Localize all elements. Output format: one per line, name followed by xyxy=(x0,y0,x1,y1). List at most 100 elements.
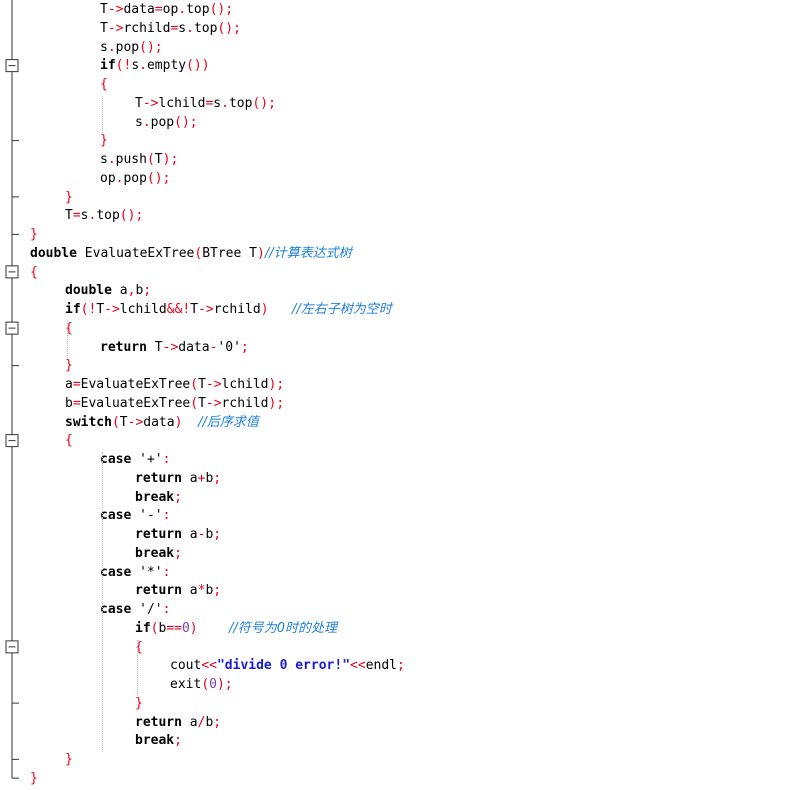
code-token: //计算表达式树 xyxy=(264,245,352,261)
code-token: a xyxy=(181,714,198,730)
fold-toggle-icon[interactable] xyxy=(5,265,19,279)
code-token: case xyxy=(100,508,132,524)
code-line[interactable]: } xyxy=(65,188,73,207)
code-token: ( xyxy=(111,414,120,430)
code-token: { xyxy=(30,264,38,280)
code-token: endl xyxy=(365,658,397,674)
code-line[interactable]: case '*': xyxy=(100,563,170,582)
code-line[interactable]: exit(0); xyxy=(170,675,233,694)
code-line[interactable]: return a+b; xyxy=(135,469,221,488)
code-token: (); xyxy=(139,39,163,55)
code-line[interactable]: a=EvaluateExTree(T->lchild); xyxy=(65,375,284,394)
code-token: = xyxy=(72,377,81,392)
code-token: ; xyxy=(213,714,222,730)
code-token: s xyxy=(100,152,108,167)
code-editor[interactable]: T->data=op.top(); T->rchild=s.top(); s.pop… xyxy=(0,0,789,790)
code-line[interactable]: case '-': xyxy=(100,506,170,525)
code-token: (); xyxy=(146,170,171,186)
code-token: '0' xyxy=(217,339,241,355)
code-token: top xyxy=(228,95,253,111)
code-token: << xyxy=(350,658,366,674)
code-token: rchild xyxy=(213,302,261,317)
code-line[interactable]: { xyxy=(30,263,38,282)
code-line[interactable]: } xyxy=(30,225,38,244)
code-line[interactable]: if(!s.empty()) xyxy=(100,56,210,75)
code-token: . xyxy=(107,152,116,167)
code-line[interactable]: case '/': xyxy=(100,600,170,619)
code-token: lchild xyxy=(158,95,206,111)
code-line[interactable]: break; xyxy=(135,731,182,750)
code-token: s xyxy=(131,58,140,74)
code-line[interactable]: { xyxy=(65,431,73,450)
indent-guide xyxy=(102,95,103,134)
code-line[interactable]: double EvaluateExTree(BTree T)//计算表达式树 xyxy=(30,244,352,263)
code-line[interactable]: s.pop(); xyxy=(135,113,198,132)
code-line[interactable]: s.pop(); xyxy=(100,38,163,57)
code-area[interactable]: T->data=op.top(); T->rchild=s.top(); s.pop… xyxy=(30,0,789,790)
code-line[interactable]: T->rchild=s.top(); xyxy=(100,19,241,38)
code-line[interactable]: } xyxy=(65,750,73,769)
code-line[interactable]: double a,b; xyxy=(65,281,151,300)
code-token: : xyxy=(162,452,171,467)
code-token: ) xyxy=(260,302,269,317)
code-token: -> xyxy=(205,377,222,392)
code-token: pop xyxy=(150,114,175,130)
code-line[interactable]: if(!T->lchild&&!T->rchild) //左右子树为空时 xyxy=(65,300,392,319)
code-line[interactable]: T=s.top(); xyxy=(65,206,143,225)
code-line[interactable]: break; xyxy=(135,544,182,563)
code-token: EvaluateExTree xyxy=(76,245,195,261)
code-line[interactable]: } xyxy=(30,769,38,788)
code-token: '/' xyxy=(131,602,163,617)
code-token: &&! xyxy=(166,302,191,317)
code-token: ()) xyxy=(186,58,210,74)
code-line[interactable]: op.pop(); xyxy=(100,169,170,188)
code-line[interactable]: { xyxy=(100,75,108,94)
code-token: . xyxy=(221,95,229,111)
code-line[interactable]: return T->data-'0'; xyxy=(100,338,249,357)
fold-toggle-icon[interactable] xyxy=(5,640,19,654)
code-line[interactable]: switch(T->data) //后序求值 xyxy=(65,413,259,432)
code-token: } xyxy=(65,189,73,205)
code-line[interactable]: } xyxy=(65,356,73,375)
code-token: push xyxy=(115,152,147,167)
code-token: top xyxy=(96,208,120,224)
code-token: T xyxy=(119,414,128,430)
code-token: return xyxy=(135,527,182,542)
code-line[interactable]: T->lchild=s.top(); xyxy=(135,94,276,113)
indent-guide xyxy=(137,639,138,696)
code-line[interactable]: s.push(T); xyxy=(100,150,178,169)
code-line[interactable]: case '+': xyxy=(100,450,170,469)
code-line[interactable]: } xyxy=(100,131,108,150)
fold-gutter xyxy=(0,0,26,790)
code-line[interactable]: } xyxy=(135,694,143,713)
code-line[interactable]: return a*b; xyxy=(135,581,221,600)
fold-toggle-icon[interactable] xyxy=(5,321,19,335)
code-token: T xyxy=(100,20,108,36)
code-line[interactable]: return a-b; xyxy=(135,525,221,544)
code-line[interactable]: if(b==0) //符号为0时的处理 xyxy=(135,619,337,638)
fold-toggle-icon[interactable] xyxy=(5,434,19,448)
code-line[interactable]: T->data=op.top(); xyxy=(100,0,233,19)
code-token: data xyxy=(178,339,210,355)
code-line[interactable]: b=EvaluateExTree(T->rchild); xyxy=(65,394,284,413)
indent-guide xyxy=(67,320,68,359)
code-token: //后序求值 xyxy=(198,414,259,430)
code-token: } xyxy=(30,227,38,242)
code-token: exit xyxy=(170,677,202,692)
code-token: ); xyxy=(216,677,233,692)
code-token: T xyxy=(100,2,108,17)
code-line[interactable]: return a/b; xyxy=(135,713,221,732)
code-line[interactable]: break; xyxy=(135,488,182,507)
code-token: T xyxy=(198,377,206,392)
code-token: return xyxy=(135,470,182,486)
code-token: . xyxy=(107,39,116,55)
code-token: op xyxy=(162,2,179,17)
fold-toggle-icon[interactable] xyxy=(5,59,19,73)
code-token: = xyxy=(72,395,81,411)
code-token: top xyxy=(193,20,218,36)
code-token: pop xyxy=(123,170,147,186)
code-token: -> xyxy=(104,302,120,317)
code-token: -> xyxy=(127,414,144,430)
code-token: } xyxy=(30,770,38,786)
code-line[interactable]: cout<<"divide 0 error!"<<endl; xyxy=(170,656,405,675)
